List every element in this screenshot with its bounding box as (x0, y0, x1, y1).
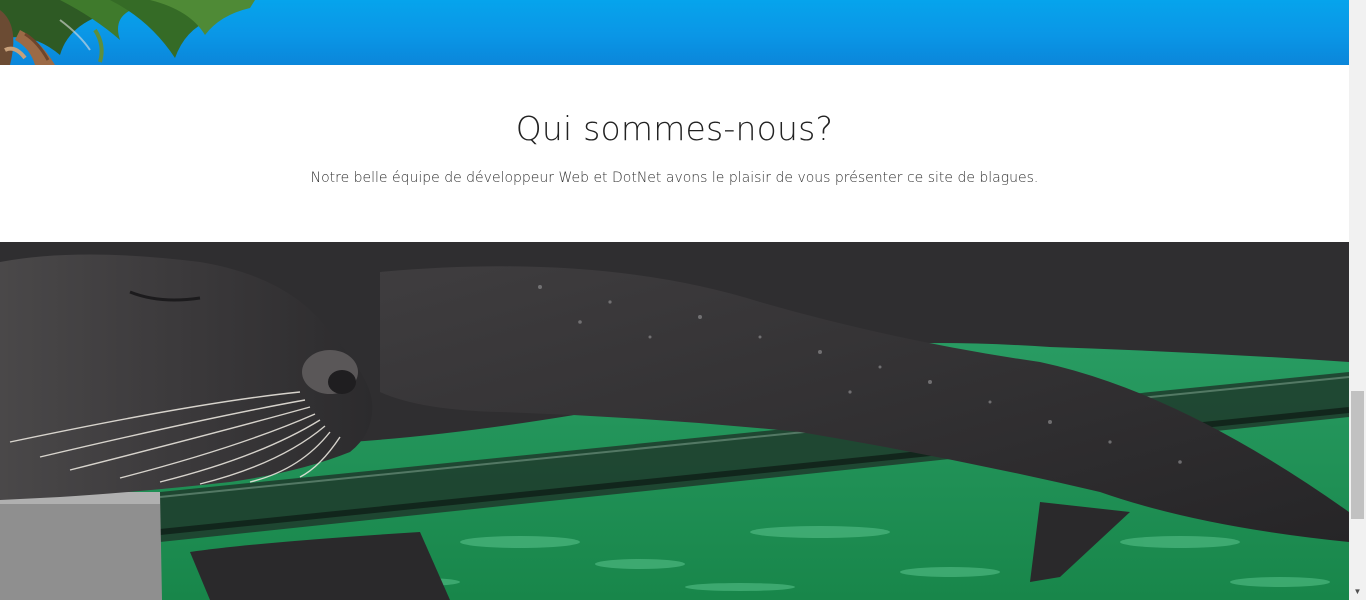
palm-tree-image (0, 0, 255, 65)
about-title: Qui sommes-nous? (515, 109, 834, 148)
page-content: Qui sommes-nous? Notre belle équipe de d… (0, 0, 1349, 600)
scrollbar-thumb[interactable] (1351, 391, 1364, 519)
scroll-down-arrow-icon[interactable]: ▼ (1349, 583, 1366, 600)
about-section: Qui sommes-nous? Notre belle équipe de d… (0, 65, 1349, 242)
sea-lion-image (0, 242, 1349, 600)
top-banner-image (0, 0, 1349, 65)
about-text: Notre belle équipe de développeur Web et… (310, 170, 1039, 186)
vertical-scrollbar[interactable]: ▼ (1349, 0, 1366, 600)
sea-lion-photo (0, 242, 1349, 600)
browser-viewport: Qui sommes-nous? Notre belle équipe de d… (0, 0, 1366, 600)
